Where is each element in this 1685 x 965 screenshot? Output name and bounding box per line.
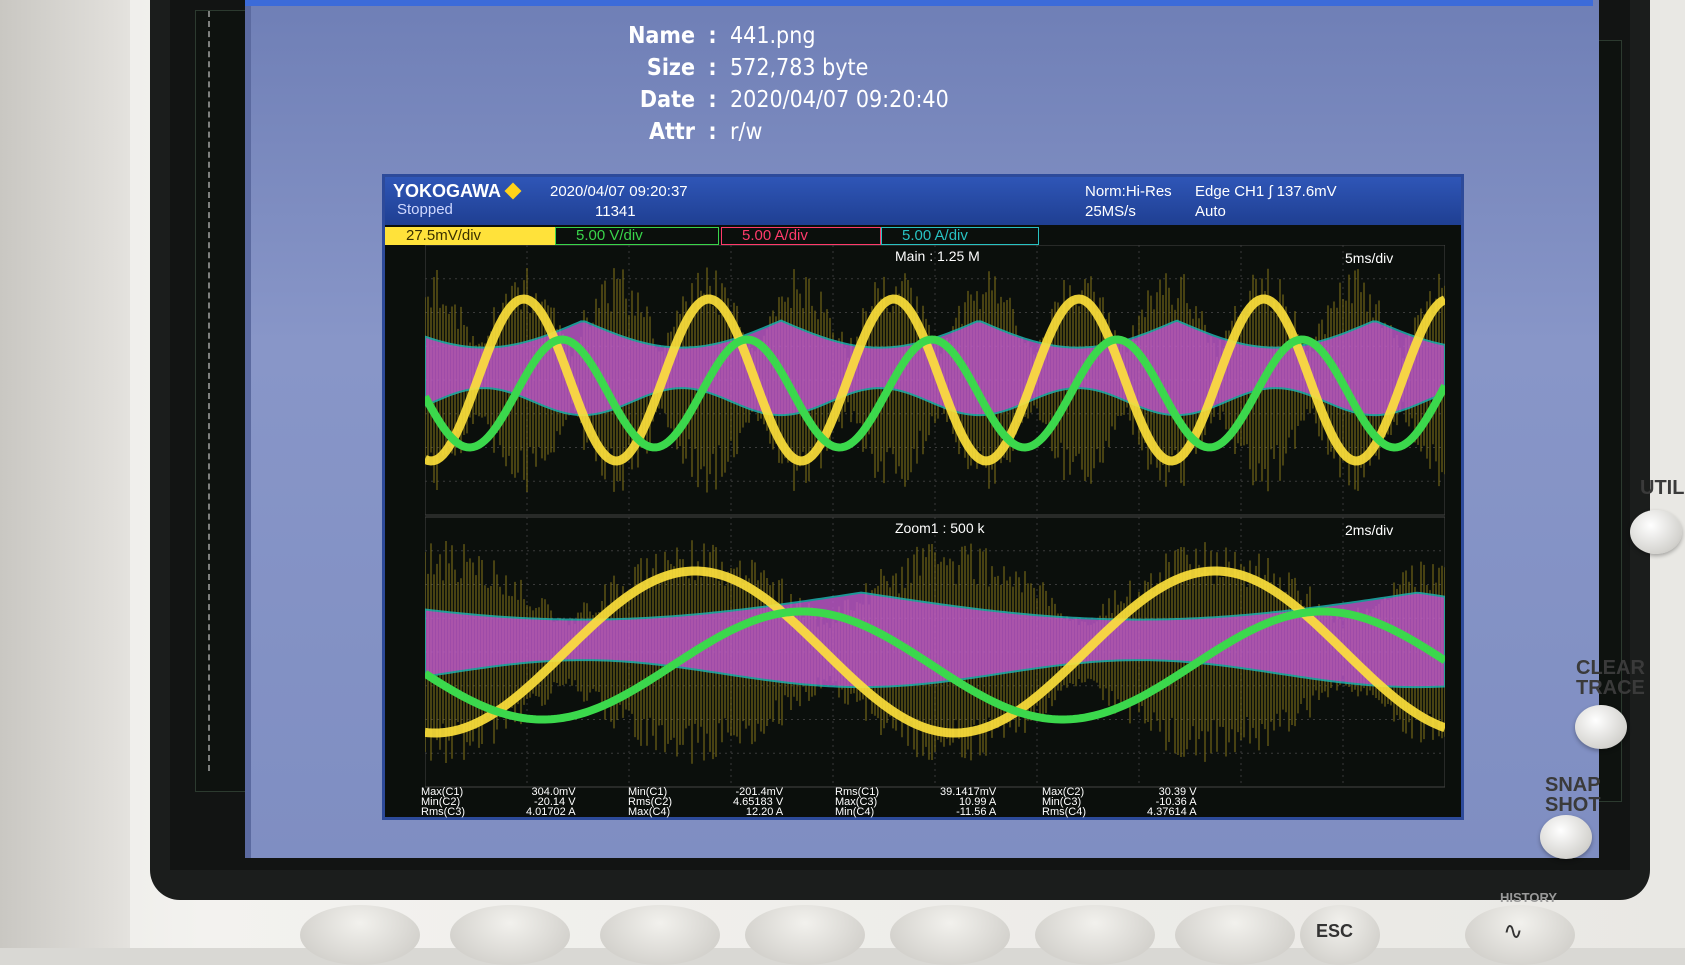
- trigger-mode: Auto: [1195, 203, 1226, 220]
- util-button[interactable]: [1630, 510, 1682, 554]
- measurement-values: -201.4mV 4.65183 V 12.20 A: [733, 787, 783, 817]
- file-info-panel: Name:441.png Size:572,783 byte Date:2020/0…: [560, 20, 1060, 148]
- file-info-row: Size:572,783 byte: [560, 52, 1060, 84]
- softkey-6[interactable]: [1035, 905, 1155, 965]
- softkey-2[interactable]: [450, 905, 570, 965]
- softkey-3[interactable]: [600, 905, 720, 965]
- sample-rate: 25MS/s: [1085, 203, 1136, 220]
- file-info-row: Date:2020/04/07 09:20:40: [560, 84, 1060, 116]
- channel-1-scale: 27.5mV/div: [385, 227, 555, 245]
- channel-bar: 27.5mV/div 5.00 V/div 5.00 A/div 5.00 A/div: [385, 225, 1461, 245]
- file-info-key: Date: [560, 87, 695, 113]
- util-label: UTIL: [1640, 478, 1684, 498]
- clear-trace-button[interactable]: [1575, 705, 1627, 749]
- clear-trace-label: CLEAR TRACE: [1576, 658, 1645, 698]
- softkey-5[interactable]: [890, 905, 1010, 965]
- zoom-panel-label: Zoom1 : 500 k: [895, 520, 985, 536]
- channel-4-scale: 5.00 A/div: [881, 227, 1039, 245]
- snap-shot-button[interactable]: [1540, 815, 1592, 859]
- file-info-value: 441.png: [730, 23, 1060, 49]
- channel-3-scale: 5.00 A/div: [721, 227, 881, 245]
- acq-count: 11341: [595, 203, 636, 220]
- measurement-names: Max(C2) Min(C3) Rms(C4): [1042, 787, 1086, 817]
- measurement-values: 39.1417mV 10.99 A -11.56 A: [940, 787, 996, 817]
- file-info-row: Name:441.png: [560, 20, 1060, 52]
- channel-2-scale: 5.00 V/div: [555, 227, 719, 245]
- wave-icon: ∿: [1503, 917, 1523, 946]
- timestamp: 2020/04/07 09:20:37: [550, 183, 688, 200]
- status-text: Stopped: [397, 201, 453, 218]
- measurement-values: 30.39 V -10.36 A 4.37614 A: [1147, 787, 1197, 817]
- main-panel-label: Main : 1.25 M: [895, 248, 980, 264]
- acq-mode: Norm:Hi-Res: [1085, 183, 1172, 200]
- esc-label: ESC: [1316, 921, 1353, 942]
- main-panel-timebase: 5ms/div: [1345, 250, 1393, 266]
- brand-text: YOKOGAWA: [393, 181, 501, 201]
- colon: :: [695, 87, 730, 113]
- measurement-values: 304.0mV -20.14 V 4.01702 A: [526, 787, 576, 817]
- softkey-1[interactable]: [300, 905, 420, 965]
- diamond-icon: [505, 183, 522, 200]
- measurement-names: Min(C1) Rms(C2) Max(C4): [628, 787, 672, 817]
- file-info-key: Name: [560, 23, 695, 49]
- colon: :: [695, 55, 730, 81]
- file-info-value: 572,783 byte: [730, 55, 1060, 81]
- snap-shot-label: SNAP SHOT: [1545, 775, 1601, 815]
- history-knob[interactable]: ∿: [1465, 905, 1575, 965]
- bezel-left-edge: [0, 0, 130, 948]
- brand-logo: YOKOGAWA: [393, 181, 519, 202]
- file-info-value: 2020/04/07 09:20:40: [730, 87, 1060, 113]
- measurement-names: Rms(C1) Max(C3) Min(C4): [835, 787, 879, 817]
- file-info-key: Attr: [560, 119, 695, 145]
- viewer-title-strip: [245, 0, 1593, 6]
- zoom-panel-timebase: 2ms/div: [1345, 522, 1393, 538]
- file-info-value: r/w: [730, 119, 1060, 145]
- softkey-4[interactable]: [745, 905, 865, 965]
- waveform-plot: Main : 1.25 M 5ms/div Zoom1 : 500 k 2ms/div: [425, 245, 1445, 790]
- scope-screenshot: YOKOGAWA Stopped 2020/04/07 09:20:37 113…: [382, 174, 1464, 820]
- colon: :: [695, 23, 730, 49]
- measurement-names: Max(C1) Min(C2) Rms(C3): [421, 787, 465, 817]
- file-info-row: Attr: r/w: [560, 116, 1060, 148]
- esc-button[interactable]: ESC: [1300, 905, 1380, 965]
- scope-header: YOKOGAWA Stopped 2020/04/07 09:20:37 113…: [385, 177, 1461, 225]
- file-info-key: Size: [560, 55, 695, 81]
- colon: :: [695, 119, 730, 145]
- trigger-setting: Edge CH1 ∫ 137.6mV: [1195, 183, 1337, 200]
- softkey-7[interactable]: [1175, 905, 1295, 965]
- measurement-readouts: Max(C1) Min(C2) Rms(C3) 304.0mV -20.14 V …: [421, 787, 1421, 817]
